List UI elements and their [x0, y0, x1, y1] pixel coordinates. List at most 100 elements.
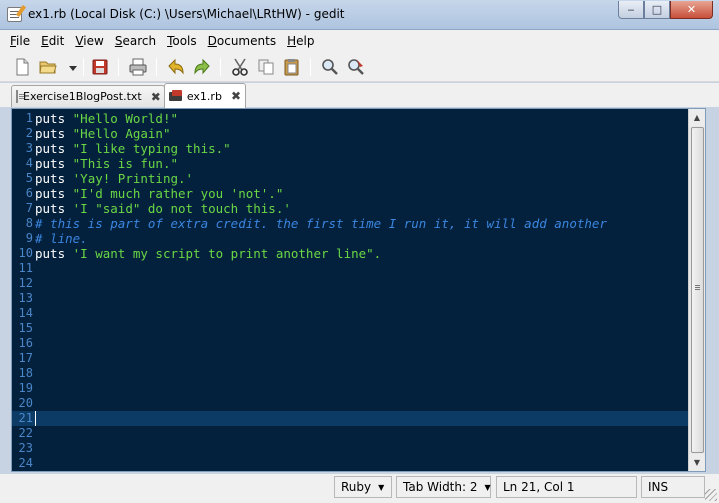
title-bar: ex1.rb (Local Disk (C:) \Users\Michael\L…	[0, 0, 719, 30]
code-line: puts "I like typing this."	[35, 141, 231, 156]
menu-edit[interactable]: Edit	[41, 34, 64, 48]
code-keyword: puts	[35, 186, 73, 201]
open-button[interactable]	[38, 57, 58, 77]
line-number: 3	[25, 141, 33, 155]
code-keyword: puts	[35, 111, 73, 126]
undo-button[interactable]	[166, 57, 186, 77]
window-controls: ‒ □ ✕	[618, 1, 713, 20]
close-tab-icon[interactable]: ✖	[231, 89, 241, 103]
code-editor[interactable]: 1 2 3 4 5 6 7 8 9 10 11 12 13 14 15 16 17 18 19 20 21 22 23 24 …	[11, 108, 706, 472]
find-icon	[322, 59, 338, 75]
code-string: "Hello Again"	[72, 126, 171, 141]
line-number: 22	[18, 426, 33, 440]
code-comment: # this is part of extra credit. the firs…	[35, 216, 607, 231]
scroll-up-button[interactable]: ▲	[689, 109, 705, 126]
code-string: 'I want my script to print another line"…	[72, 246, 382, 261]
chevron-down-icon	[69, 66, 77, 71]
language-selector[interactable]: Ruby ▼	[334, 476, 392, 498]
cut-icon	[232, 58, 248, 76]
menu-view[interactable]: View	[75, 34, 103, 48]
replace-icon	[348, 59, 364, 75]
resize-grip-icon[interactable]	[705, 489, 717, 501]
code-line: puts 'I "said" do not touch this.'	[35, 201, 291, 216]
menu-help[interactable]: Help	[287, 34, 314, 48]
tab-label: Exercise1BlogPost.txt	[23, 90, 142, 103]
line-number: 2	[25, 126, 33, 140]
language-label: Ruby	[341, 480, 372, 494]
cut-button[interactable]	[230, 57, 250, 77]
new-document-button[interactable]	[12, 57, 32, 77]
line-number: 16	[18, 336, 33, 350]
line-number: 11	[18, 261, 33, 275]
save-icon	[92, 59, 108, 75]
code-line: puts 'I want my script to print another …	[35, 246, 381, 261]
code-keyword: puts	[35, 156, 73, 171]
menu-search[interactable]: Search	[115, 34, 156, 48]
menu-bar: File Edit View Search Tools Documents He…	[0, 30, 719, 52]
arrow-up-icon: ▲	[693, 113, 701, 122]
code-string: "Hello World!"	[72, 111, 178, 126]
scroll-down-button[interactable]: ▼	[689, 454, 705, 471]
tab-ex1-rb[interactable]: ex1.rb ✖	[164, 83, 246, 108]
find-replace-button[interactable]	[346, 57, 366, 77]
line-number: 21	[18, 411, 33, 425]
code-line: puts "Hello World!"	[35, 111, 178, 126]
vertical-scrollbar[interactable]: ▲ ▼	[688, 109, 705, 471]
save-button[interactable]	[90, 57, 110, 77]
tab-exercise1blogpost[interactable]: Exercise1BlogPost.txt ✖	[11, 85, 165, 107]
line-number: 7	[25, 201, 33, 215]
code-keyword: puts	[35, 201, 73, 216]
redo-button[interactable]	[192, 57, 212, 77]
redo-icon	[194, 58, 210, 75]
copy-button[interactable]	[256, 57, 276, 77]
arrow-down-icon: ▼	[693, 458, 701, 467]
code-line: puts "I'd much rather you 'not'."	[35, 186, 283, 201]
menu-file[interactable]: File	[10, 34, 30, 48]
code-string: "I like typing this."	[72, 141, 231, 156]
line-number: 15	[18, 321, 33, 335]
scrollbar-thumb[interactable]	[691, 127, 704, 453]
close-icon: ✕	[686, 3, 697, 16]
cursor-position: Ln 21, Col 1	[496, 476, 637, 498]
gedit-app-icon[interactable]	[7, 7, 22, 22]
chevron-down-icon: ▼	[484, 482, 491, 492]
tab-width-label: Tab Width: 2	[403, 480, 478, 494]
line-number: 23	[18, 441, 33, 455]
insert-mode-indicator: INS	[641, 476, 705, 498]
code-line: puts "This is fun."	[35, 156, 178, 171]
menu-documents[interactable]: Documents	[208, 34, 276, 48]
line-number: 6	[25, 186, 33, 200]
toolbar-separator	[118, 58, 119, 76]
open-recent-dropdown[interactable]	[63, 57, 77, 77]
line-number: 8	[25, 216, 33, 230]
print-button[interactable]	[128, 57, 148, 77]
close-window-button[interactable]: ✕	[670, 1, 713, 19]
document-tabs: Exercise1BlogPost.txt ✖ ex1.rb ✖	[0, 83, 719, 108]
line-number: 19	[18, 381, 33, 395]
code-keyword: puts	[35, 246, 73, 261]
new-document-icon	[16, 58, 29, 76]
copy-icon	[258, 59, 274, 75]
paste-icon	[284, 59, 299, 76]
minimize-button[interactable]: ‒	[618, 1, 644, 19]
line-number: 14	[18, 306, 33, 320]
paste-button[interactable]	[282, 57, 302, 77]
menu-tools[interactable]: Tools	[167, 34, 197, 48]
line-number: 5	[25, 171, 33, 185]
code-text-area[interactable]: puts "Hello World!" puts "Hello Again" put…	[35, 109, 689, 471]
code-line: puts "Hello Again"	[35, 126, 170, 141]
maximize-button[interactable]: □	[644, 1, 670, 19]
find-button[interactable]	[320, 57, 340, 77]
code-string: "I'd much rather you 'not'."	[72, 186, 284, 201]
toolbar-separator	[83, 58, 84, 76]
tab-width-selector[interactable]: Tab Width: 2 ▼	[396, 476, 491, 498]
line-number: 20	[18, 396, 33, 410]
chevron-down-icon: ▼	[378, 482, 385, 492]
close-tab-icon[interactable]: ✖	[151, 90, 161, 104]
text-document-icon	[16, 90, 24, 103]
code-string: 'I "said" do not touch this.'	[72, 201, 291, 216]
code-line: puts 'Yay! Printing.'	[35, 171, 193, 186]
line-number: 18	[18, 366, 33, 380]
code-string: "This is fun."	[72, 156, 178, 171]
code-keyword: puts	[35, 171, 73, 186]
